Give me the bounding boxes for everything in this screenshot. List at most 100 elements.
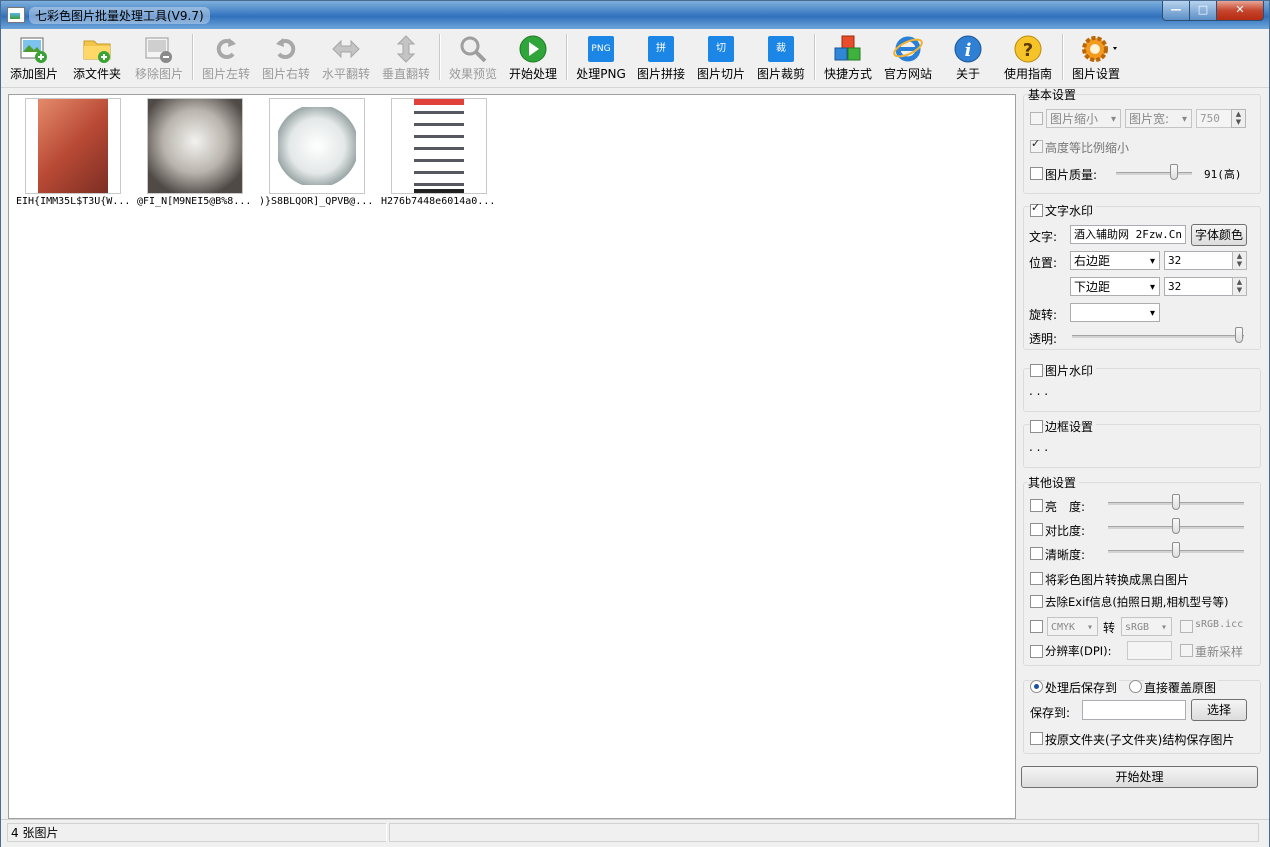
text-watermark-checkbox[interactable] bbox=[1030, 201, 1043, 217]
crop-label: 图片裁剪 bbox=[756, 67, 805, 81]
choose-folder-button[interactable]: 选择 bbox=[1191, 699, 1247, 721]
remove-image-label: 移除图片 bbox=[134, 67, 183, 81]
horizontal-margin-combo[interactable]: 右边距 bbox=[1070, 251, 1160, 271]
rotate-left-button[interactable]: 图片左转 bbox=[197, 32, 255, 84]
toolbar-separator bbox=[192, 34, 194, 80]
border-more: . . . bbox=[1029, 440, 1049, 454]
flip-horizontal-button[interactable]: 水平翻转 bbox=[317, 32, 375, 84]
overwrite-radio[interactable] bbox=[1129, 680, 1142, 693]
opacity-slider-thumb[interactable] bbox=[1235, 327, 1243, 343]
preview-label: 效果预览 bbox=[448, 67, 497, 81]
preview-button[interactable]: 效果预览 bbox=[444, 32, 502, 84]
opacity-slider[interactable] bbox=[1072, 335, 1244, 338]
image-thumbnail[interactable] bbox=[147, 98, 243, 194]
srgb-icc-checkbox[interactable] bbox=[1180, 620, 1193, 633]
grayscale-checkbox[interactable] bbox=[1030, 572, 1043, 585]
rotate-left-label: 图片左转 bbox=[201, 67, 250, 81]
position-label: 位置: bbox=[1029, 256, 1058, 270]
maximize-button[interactable]: □ bbox=[1189, 1, 1217, 21]
overwrite-radio-label: 直接覆盖原图 bbox=[1144, 679, 1219, 696]
start-process-label: 开始处理 bbox=[508, 67, 557, 81]
image-settings-button[interactable]: 图片设置 bbox=[1067, 32, 1125, 84]
about-button[interactable]: i 关于 bbox=[939, 32, 997, 84]
horizontal-margin-spinner[interactable]: ▲ ▼ bbox=[1232, 251, 1247, 270]
save-to-radio[interactable] bbox=[1030, 680, 1043, 693]
sharpness-slider-thumb[interactable] bbox=[1172, 542, 1180, 558]
remove-image-icon bbox=[144, 34, 174, 64]
shrink-dimension-combo[interactable]: 图片宽: bbox=[1125, 109, 1192, 129]
image-list[interactable]: EIH{IMM35L$T3U{W... @FI_N[M9NEI5@B%8... … bbox=[8, 94, 1016, 819]
image-count: 4 张图片 bbox=[7, 823, 387, 842]
flip-vertical-label: 垂直翻转 bbox=[381, 67, 430, 81]
svg-text:i: i bbox=[965, 40, 972, 61]
save-path-input[interactable] bbox=[1082, 700, 1186, 720]
quality-slider-thumb[interactable] bbox=[1169, 164, 1178, 180]
shrink-checkbox[interactable] bbox=[1030, 112, 1043, 125]
grayscale-label: 将彩色图片转换成黑白图片 bbox=[1045, 573, 1190, 587]
resample-checkbox[interactable] bbox=[1180, 644, 1193, 657]
image-settings-label: 图片设置 bbox=[1071, 67, 1120, 81]
font-color-button[interactable]: 字体颜色 bbox=[1191, 224, 1247, 246]
border-checkbox[interactable] bbox=[1030, 420, 1043, 433]
brightness-checkbox[interactable] bbox=[1030, 499, 1043, 512]
contrast-checkbox[interactable] bbox=[1030, 523, 1043, 536]
exif-checkbox[interactable] bbox=[1030, 595, 1043, 608]
exif-label: 去除Exif信息(拍照日期,相机型号等) bbox=[1045, 595, 1229, 609]
png-icon: PNG bbox=[588, 36, 614, 62]
slice-button[interactable]: 切 图片切片 bbox=[692, 32, 750, 84]
rotate-right-icon bbox=[271, 34, 301, 64]
stitch-button[interactable]: 拼 图片拼接 bbox=[632, 32, 690, 84]
add-image-button[interactable]: 添加图片 bbox=[5, 32, 63, 84]
image-filename: EIH{IMM35L$T3U{W... bbox=[16, 196, 131, 207]
guide-label: 使用指南 bbox=[1003, 67, 1052, 81]
rotate-combo[interactable] bbox=[1070, 303, 1160, 323]
brightness-slider-thumb[interactable] bbox=[1172, 494, 1180, 510]
image-thumbnail[interactable] bbox=[25, 98, 121, 194]
minimize-button[interactable]: — bbox=[1162, 1, 1190, 21]
play-icon bbox=[518, 34, 548, 64]
keep-ratio-label: 高度等比例缩小 bbox=[1045, 141, 1130, 155]
guide-button[interactable]: ? 使用指南 bbox=[999, 32, 1057, 84]
watermark-text-label: 文字: bbox=[1029, 230, 1058, 244]
sharpness-checkbox[interactable] bbox=[1030, 547, 1043, 560]
vertical-margin-combo[interactable]: 下边距 bbox=[1070, 277, 1160, 297]
vertical-margin-spinner[interactable]: ▲ ▼ bbox=[1232, 277, 1247, 296]
help-icon: ? bbox=[1013, 34, 1043, 64]
brightness-label: 亮 度: bbox=[1045, 500, 1086, 514]
remove-image-button[interactable]: 移除图片 bbox=[130, 32, 188, 84]
color-convert-checkbox[interactable] bbox=[1030, 620, 1043, 633]
srgb-combo[interactable]: sRGB bbox=[1121, 617, 1172, 637]
toolbar-separator bbox=[1062, 34, 1064, 80]
toolbar-separator bbox=[814, 34, 816, 80]
flip-vertical-button[interactable]: 垂直翻转 bbox=[377, 32, 435, 84]
website-button[interactable]: 官方网站 bbox=[879, 32, 937, 84]
keep-structure-checkbox[interactable] bbox=[1030, 732, 1043, 745]
text-watermark-title: 文字水印 bbox=[1045, 202, 1097, 219]
add-folder-button[interactable]: 添文件夹 bbox=[68, 32, 126, 84]
keep-ratio-checkbox[interactable] bbox=[1030, 137, 1043, 153]
save-to-radio-label: 处理后保存到 bbox=[1045, 679, 1120, 696]
crop-button[interactable]: 裁 图片裁剪 bbox=[752, 32, 810, 84]
quality-checkbox[interactable] bbox=[1030, 167, 1043, 180]
image-thumbnail[interactable] bbox=[269, 98, 365, 194]
watermark-text-input[interactable]: 酒入辅助网 2Fzw.Cn bbox=[1070, 225, 1186, 244]
close-button[interactable]: ✕ bbox=[1216, 1, 1264, 21]
contrast-slider-thumb[interactable] bbox=[1172, 518, 1180, 534]
start-process-button[interactable]: 开始处理 bbox=[1021, 766, 1258, 788]
sharpness-label: 清晰度: bbox=[1045, 548, 1086, 562]
dpi-checkbox[interactable] bbox=[1030, 645, 1043, 658]
image-thumbnail[interactable] bbox=[391, 98, 487, 194]
info-icon: i bbox=[953, 34, 983, 64]
cmyk-combo[interactable]: CMYK bbox=[1047, 617, 1098, 637]
shortcut-button[interactable]: 快捷方式 bbox=[819, 32, 877, 84]
dpi-input[interactable] bbox=[1127, 641, 1172, 660]
image-watermark-checkbox[interactable] bbox=[1030, 364, 1043, 377]
rotate-right-button[interactable]: 图片右转 bbox=[257, 32, 315, 84]
process-png-button[interactable]: PNG 处理PNG bbox=[572, 32, 630, 84]
quality-slider[interactable] bbox=[1116, 172, 1192, 175]
shrink-width-spinner[interactable]: ▲ ▼ bbox=[1231, 109, 1246, 128]
meme-sticker bbox=[278, 107, 356, 185]
svg-text:?: ? bbox=[1023, 40, 1033, 61]
start-process-toolbar-button[interactable]: 开始处理 bbox=[504, 32, 562, 84]
shrink-mode-combo[interactable]: 图片缩小 bbox=[1046, 109, 1121, 129]
